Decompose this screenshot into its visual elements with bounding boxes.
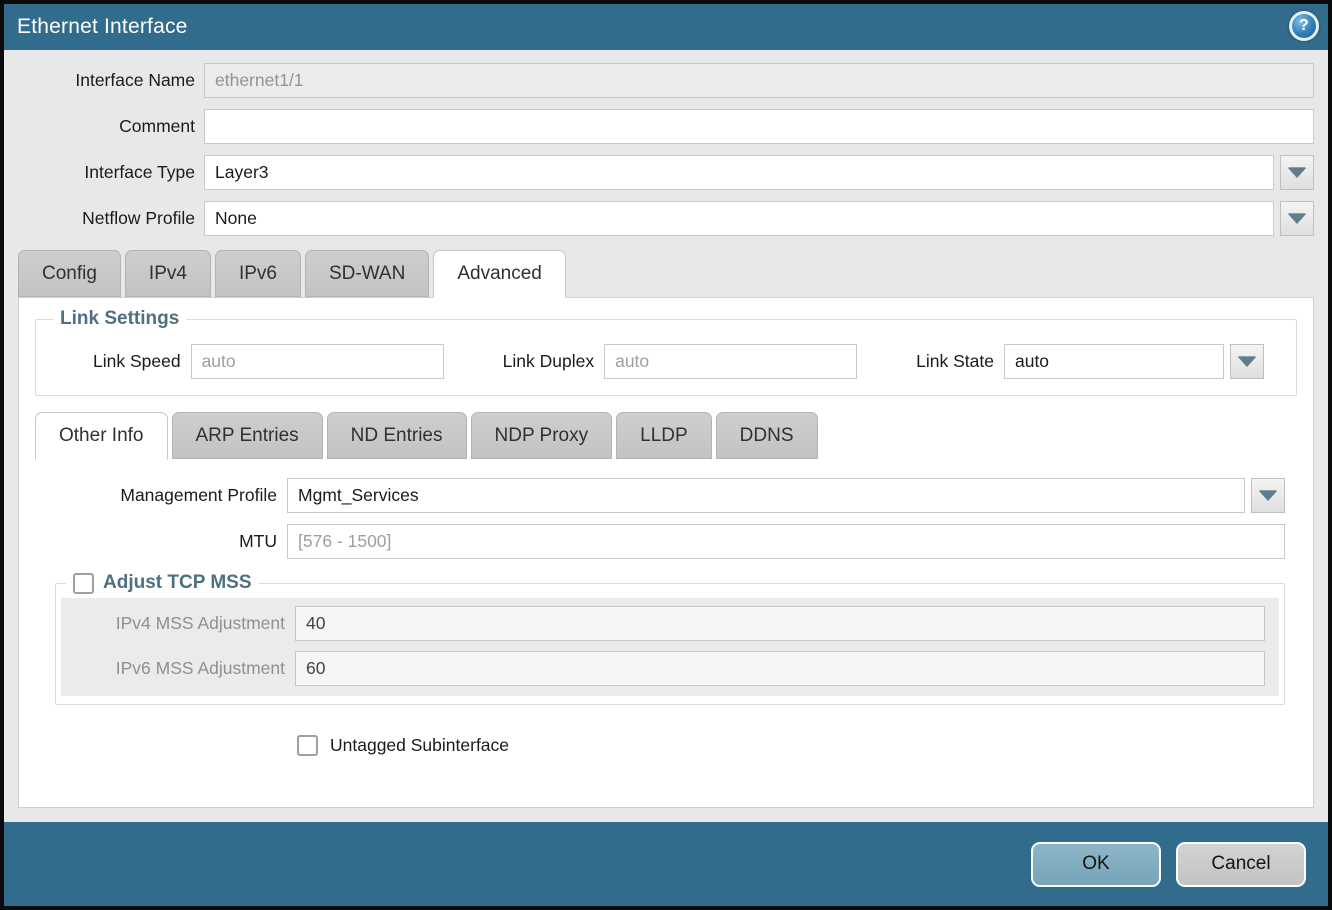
tab-ipv4[interactable]: IPv4 — [125, 250, 211, 297]
untagged-subinterface-row: Untagged Subinterface — [297, 735, 1297, 756]
mtu-input[interactable] — [287, 524, 1285, 559]
interface-type-dropdown-button[interactable] — [1280, 155, 1314, 190]
help-icon[interactable]: ? — [1289, 11, 1319, 41]
ipv6-mss-input — [295, 651, 1265, 686]
netflow-profile-dropdown-button[interactable] — [1280, 201, 1314, 236]
ipv4-mss-input — [295, 606, 1265, 641]
ethernet-interface-dialog: Ethernet Interface ? Interface Name Comm… — [0, 0, 1332, 910]
comment-label: Comment — [18, 116, 204, 137]
link-state-dropdown-button[interactable] — [1230, 344, 1264, 379]
adjust-tcp-mss-legend: Adjust TCP MSS — [66, 572, 259, 594]
tab-nd-entries[interactable]: ND Entries — [327, 412, 467, 459]
tab-lldp[interactable]: LLDP — [616, 412, 712, 459]
tab-config[interactable]: Config — [18, 250, 121, 297]
tab-advanced[interactable]: Advanced — [433, 250, 566, 298]
link-speed-group: Link Speed — [93, 344, 444, 379]
interface-type-row: Interface Type — [18, 155, 1314, 190]
interface-name-input — [204, 63, 1314, 98]
inner-tabbar: Other Info ARP Entries ND Entries NDP Pr… — [35, 412, 1297, 459]
link-state-group: Link State — [916, 344, 1264, 379]
link-settings-legend: Link Settings — [53, 308, 186, 330]
adjust-tcp-mss-fieldset: Adjust TCP MSS IPv4 MSS Adjustment IPv6 … — [55, 572, 1285, 705]
interface-name-row: Interface Name — [18, 63, 1314, 98]
untagged-subinterface-label: Untagged Subinterface — [330, 735, 509, 756]
dialog-title: Ethernet Interface — [17, 15, 188, 39]
link-state-label: Link State — [916, 351, 1004, 372]
link-duplex-input[interactable] — [604, 344, 857, 379]
tab-other-info[interactable]: Other Info — [35, 412, 168, 460]
mtu-label: MTU — [35, 531, 287, 552]
help-glyph: ? — [1299, 17, 1309, 35]
adjust-tcp-mss-legend-text: Adjust TCP MSS — [103, 572, 252, 594]
comment-input[interactable] — [204, 109, 1314, 144]
netflow-profile-label: Netflow Profile — [18, 208, 204, 229]
dialog-body: Interface Name Comment Interface Type — [4, 50, 1328, 822]
management-profile-label: Management Profile — [35, 485, 287, 506]
chevron-down-icon — [1238, 357, 1256, 367]
tab-ddns[interactable]: DDNS — [716, 412, 818, 459]
management-profile-input[interactable] — [287, 478, 1245, 513]
management-profile-dropdown-button[interactable] — [1251, 478, 1285, 513]
ipv4-mss-label: IPv4 MSS Adjustment — [61, 613, 295, 634]
interface-name-label: Interface Name — [18, 70, 204, 91]
link-speed-label: Link Speed — [93, 351, 191, 372]
chevron-down-icon — [1288, 214, 1306, 224]
main-tabbar: Config IPv4 IPv6 SD-WAN Advanced — [18, 250, 1314, 297]
cancel-button[interactable]: Cancel — [1176, 842, 1306, 887]
link-settings-fieldset: Link Settings Link Speed Link Duplex Lin… — [35, 308, 1297, 396]
netflow-profile-row: Netflow Profile — [18, 201, 1314, 236]
dialog-footer: OK Cancel — [4, 822, 1328, 906]
tab-ipv6[interactable]: IPv6 — [215, 250, 301, 297]
mss-disabled-block: IPv4 MSS Adjustment IPv6 MSS Adjustment — [61, 598, 1279, 696]
advanced-tab-panel: Link Settings Link Speed Link Duplex Lin… — [18, 297, 1314, 808]
ipv6-mss-row: IPv6 MSS Adjustment — [61, 651, 1265, 686]
tab-arp-entries[interactable]: ARP Entries — [172, 412, 323, 459]
mtu-row: MTU — [35, 524, 1297, 559]
tab-sd-wan[interactable]: SD-WAN — [305, 250, 429, 297]
dialog-titlebar: Ethernet Interface ? — [4, 4, 1328, 50]
ok-button[interactable]: OK — [1031, 842, 1161, 887]
untagged-subinterface-checkbox[interactable] — [297, 735, 318, 756]
adjust-tcp-mss-checkbox[interactable] — [73, 573, 94, 594]
tab-ndp-proxy[interactable]: NDP Proxy — [471, 412, 613, 459]
comment-row: Comment — [18, 109, 1314, 144]
other-info-panel: Management Profile MTU — [35, 459, 1297, 791]
management-profile-row: Management Profile — [35, 478, 1297, 513]
ipv6-mss-label: IPv6 MSS Adjustment — [61, 658, 295, 679]
link-speed-input[interactable] — [191, 344, 444, 379]
interface-type-label: Interface Type — [18, 162, 204, 183]
ipv4-mss-row: IPv4 MSS Adjustment — [61, 606, 1265, 641]
link-duplex-label: Link Duplex — [503, 351, 604, 372]
link-duplex-group: Link Duplex — [503, 344, 857, 379]
chevron-down-icon — [1259, 491, 1277, 501]
chevron-down-icon — [1288, 168, 1306, 178]
interface-type-input[interactable] — [204, 155, 1274, 190]
netflow-profile-input[interactable] — [204, 201, 1274, 236]
link-state-input[interactable] — [1004, 344, 1224, 379]
